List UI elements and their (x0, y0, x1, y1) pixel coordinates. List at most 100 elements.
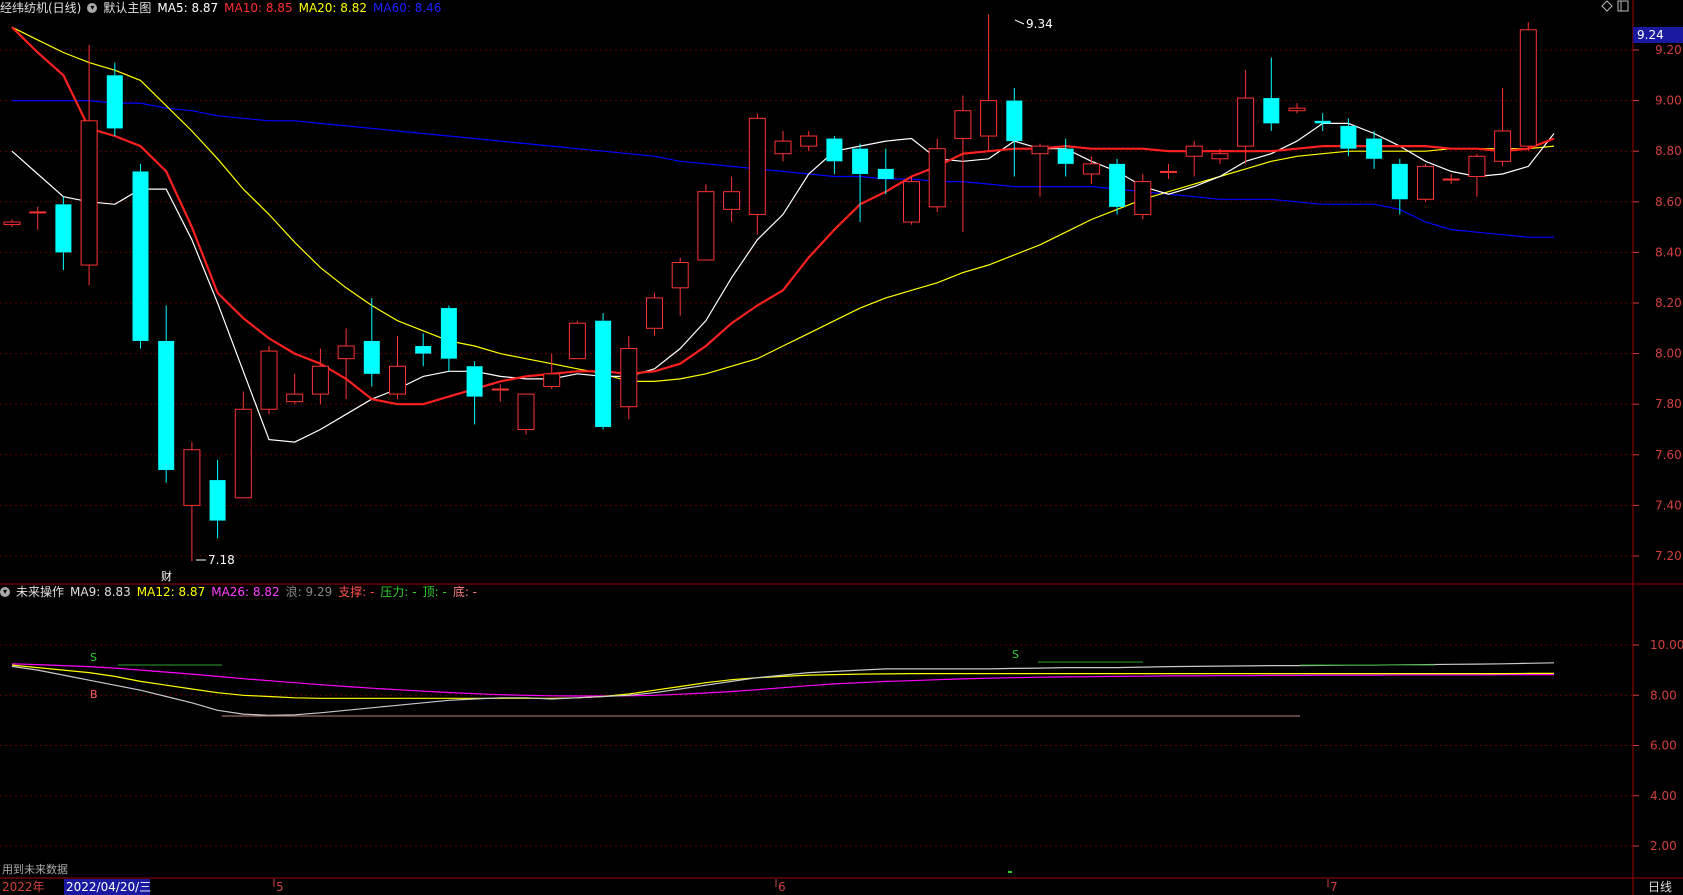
ma10-line (11, 26, 1555, 406)
candle[interactable] (183, 442, 201, 562)
candle[interactable] (1442, 173, 1460, 185)
candle[interactable] (1340, 118, 1357, 157)
candle-body (55, 204, 72, 253)
candle[interactable] (748, 113, 766, 235)
candle[interactable] (671, 257, 689, 316)
year-label: 2022年 (2, 880, 45, 894)
candle-body (954, 110, 972, 140)
candle-body (1057, 148, 1074, 164)
candle[interactable] (903, 176, 920, 225)
candle-body (1185, 145, 1203, 157)
candle[interactable] (620, 335, 638, 420)
candle[interactable] (363, 297, 380, 387)
candle[interactable] (1263, 57, 1280, 131)
candle[interactable] (286, 373, 304, 405)
candle[interactable] (337, 328, 355, 400)
candle[interactable] (568, 320, 586, 360)
sub-ma26-line (11, 663, 1554, 697)
candle[interactable] (440, 305, 457, 372)
candle[interactable] (1468, 153, 1486, 197)
candle-body (363, 340, 380, 374)
candle[interactable] (260, 346, 278, 415)
price-tick-label: 7.20 (1655, 549, 1682, 563)
candle-body (517, 393, 535, 430)
candle[interactable] (595, 313, 612, 430)
ma20-value: MA20: 8.82 (298, 1, 368, 15)
candle[interactable] (543, 353, 561, 390)
candle[interactable] (1391, 158, 1408, 215)
low-price-label: 7.18 (208, 553, 235, 567)
candle[interactable] (132, 163, 149, 349)
candle[interactable] (80, 44, 98, 286)
candle-body (877, 168, 894, 180)
candle[interactable] (29, 206, 47, 230)
candle-body (903, 181, 920, 223)
chevron-down-icon[interactable]: ▾ (87, 3, 98, 13)
window-icon[interactable] (1617, 0, 1629, 12)
candle[interactable] (1185, 141, 1203, 177)
candle-body (106, 75, 123, 129)
candle-body (723, 191, 741, 210)
candle[interactable] (774, 130, 792, 162)
last-price-value: 9.24 (1637, 28, 1664, 42)
candle[interactable] (517, 393, 535, 435)
candle-body (80, 120, 98, 266)
candle[interactable] (466, 361, 483, 425)
candle[interactable] (1160, 163, 1177, 180)
candle-body (620, 348, 638, 408)
candle-body (337, 345, 355, 360)
candle[interactable] (55, 196, 72, 271)
candle-body (260, 350, 278, 410)
bottom-value: 底: - (452, 585, 478, 599)
candle[interactable] (1082, 156, 1100, 185)
sub-title[interactable]: 未来操作 (16, 585, 64, 599)
candle[interactable] (800, 130, 818, 152)
candle[interactable] (1237, 70, 1255, 164)
price-tick-label: 8.00 (1655, 347, 1682, 361)
candle[interactable] (1109, 158, 1126, 215)
indicator-name[interactable]: 默认主图 (103, 1, 151, 15)
candle[interactable] (928, 138, 946, 212)
main-header: 经纬纺机(日线) ▾ 默认主图 MA5: 8.87 MA10: 8.85 MA2… (0, 0, 441, 16)
candle[interactable] (311, 348, 329, 405)
candle-body (1494, 130, 1512, 162)
candle[interactable] (1494, 87, 1512, 167)
candle[interactable] (697, 184, 715, 261)
candle-body (158, 340, 175, 470)
price-tick-label: 7.40 (1655, 498, 1682, 512)
chart-canvas[interactable]: 9.20 9.00 8.80 8.60 8.40 8.20 8.00 7.80 7.60 7.40… (0, 0, 1683, 895)
candle[interactable] (234, 391, 252, 499)
sub-tick-label: 6.00 (1650, 739, 1677, 753)
candle[interactable] (158, 305, 175, 483)
candle[interactable] (980, 14, 998, 152)
chevron-down-icon[interactable]: ▾ (0, 587, 10, 597)
candle[interactable] (1417, 163, 1434, 202)
candle[interactable] (106, 62, 123, 137)
candle[interactable] (415, 333, 432, 367)
candle[interactable] (1314, 113, 1331, 131)
candle[interactable] (1031, 143, 1049, 197)
candle[interactable] (1288, 103, 1306, 114)
candle[interactable] (1057, 138, 1074, 177)
candle-body (183, 449, 201, 506)
candle[interactable] (1134, 173, 1152, 220)
high-price-label: 9.34 (1026, 17, 1053, 31)
candle[interactable] (1006, 87, 1023, 177)
diamond-icon[interactable] (1601, 0, 1613, 12)
candle[interactable] (723, 176, 741, 223)
candle[interactable] (389, 335, 406, 400)
cursor-date: 2022/04/20/三 (66, 880, 151, 894)
candle-body (928, 148, 946, 208)
candle[interactable] (954, 95, 972, 233)
candle[interactable] (646, 292, 663, 336)
candle[interactable] (826, 136, 843, 174)
candle[interactable] (491, 383, 509, 402)
sub-ma12-line (11, 664, 1554, 699)
candlestick-series[interactable] (3, 14, 1537, 562)
sub-indicator-lines (11, 662, 1555, 717)
candle[interactable] (3, 219, 21, 228)
candle[interactable] (209, 459, 226, 539)
period-button[interactable]: 日线 (1648, 880, 1672, 894)
stock-title[interactable]: 经纬纺机(日线) (0, 1, 81, 15)
candle[interactable] (1519, 22, 1537, 152)
